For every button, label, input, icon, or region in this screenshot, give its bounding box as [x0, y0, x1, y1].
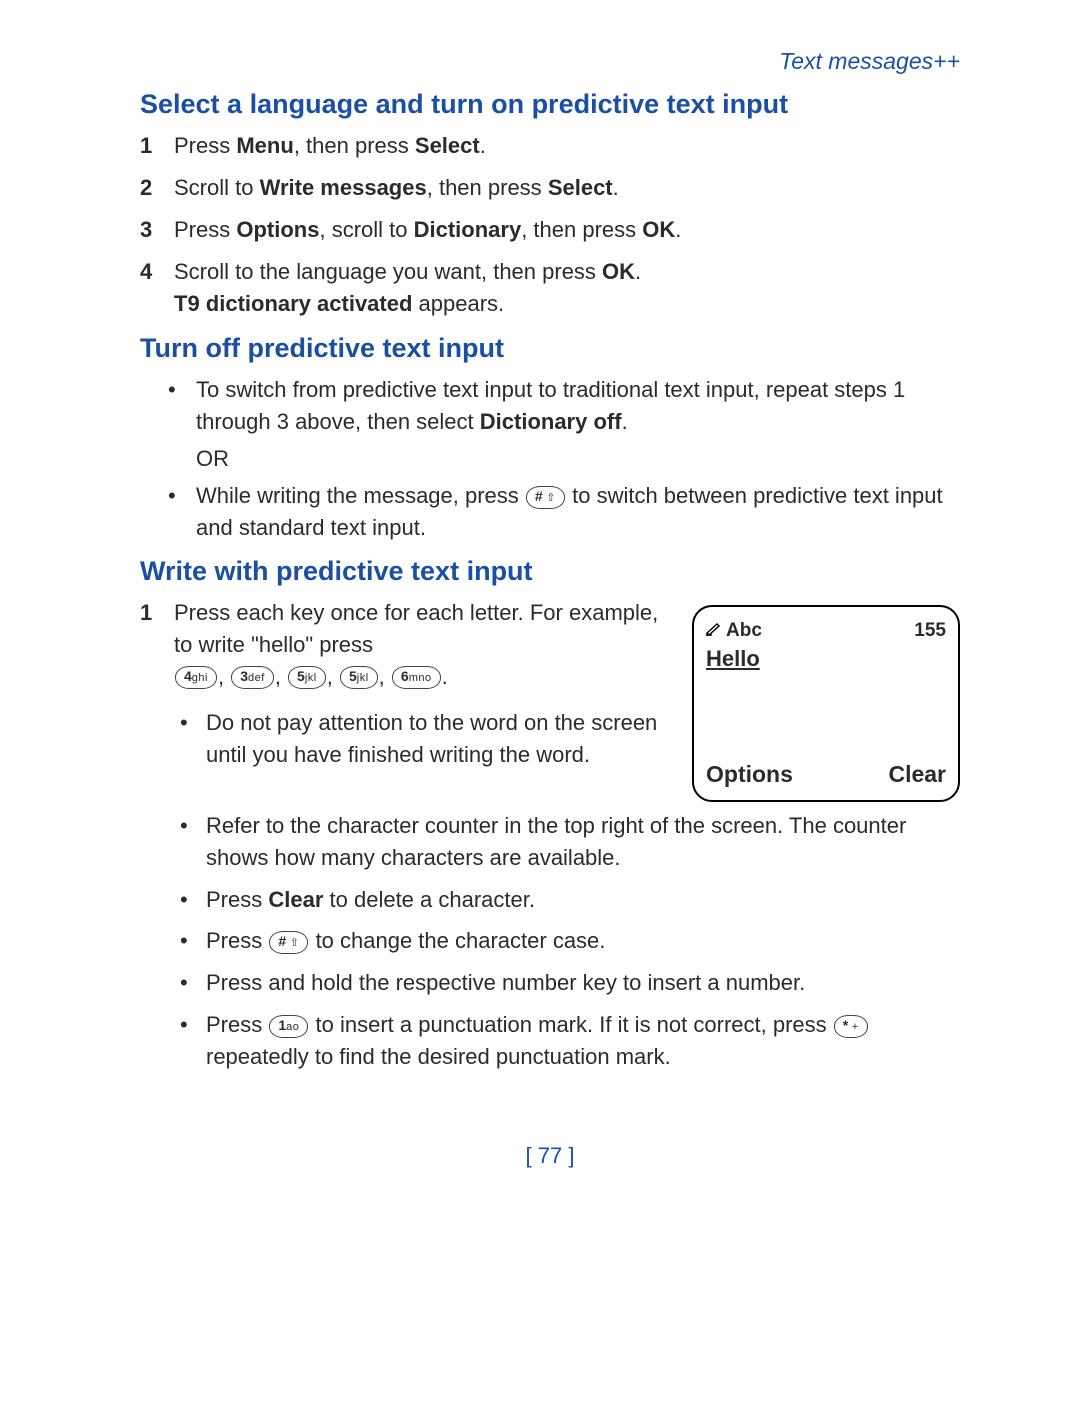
step-4: 4 Scroll to the language you want, then …	[140, 256, 960, 320]
key-4-icon: 4ghi	[175, 666, 217, 689]
hash-key-icon: # ⇧	[269, 931, 308, 954]
pencil-icon	[706, 617, 722, 645]
section-heading-3: Write with predictive text input	[140, 556, 960, 587]
key-6-icon: 6mno	[392, 666, 441, 689]
step-number: 1	[140, 597, 174, 1083]
input-mode-label: Abc	[726, 617, 762, 645]
key-5-icon: 5jkl	[288, 666, 326, 689]
nested-bullet: Press Clear to delete a character.	[174, 884, 960, 916]
softkey-left: Options	[706, 758, 793, 791]
phone-screen-illustration: Abc 155 Hello Options Clear	[692, 605, 960, 802]
nested-bullet: Press # ⇧ to change the character case.	[174, 925, 960, 957]
step-2: 2 Scroll to Write messages, then press S…	[140, 172, 960, 204]
section2-bullets: To switch from predictive text input to …	[140, 374, 960, 438]
char-counter: 155	[914, 617, 946, 645]
step-text: Scroll to the language you want, then pr…	[174, 256, 641, 320]
key-1-icon: 1ao	[269, 1015, 308, 1038]
nested-bullet: Press 1ao to insert a punctuation mark. …	[174, 1009, 960, 1073]
page-number: [ 77 ]	[140, 1143, 960, 1169]
softkey-right: Clear	[888, 758, 946, 791]
step-3: 3 Press Options, scroll to Dictionary, t…	[140, 214, 960, 246]
step-number: 1	[140, 130, 174, 162]
nested-bullet: Do not pay attention to the word on the …	[174, 707, 674, 771]
step-intro: Press each key once for each letter. For…	[174, 600, 658, 657]
section-heading-1: Select a language and turn on predictive…	[140, 89, 960, 120]
composed-word: Hello	[706, 643, 946, 675]
step-1: 1 Press Menu, then press Select.	[140, 130, 960, 162]
nested-bullet: Press and hold the respective number key…	[174, 967, 960, 999]
step-number: 3	[140, 214, 174, 246]
key-5-icon: 5jkl	[340, 666, 378, 689]
key-3-icon: 3def	[231, 666, 274, 689]
step-text: Press Options, scroll to Dictionary, the…	[174, 214, 681, 246]
manual-page: Text messages++ Select a language and tu…	[0, 0, 1080, 1229]
section-heading-2: Turn off predictive text input	[140, 333, 960, 364]
step-text: Press Menu, then press Select.	[174, 130, 486, 162]
step-body: Press each key once for each letter. For…	[174, 597, 960, 1083]
nested-bullet: Refer to the character counter in the to…	[174, 810, 960, 874]
star-key-icon: * +	[834, 1015, 868, 1038]
bullet-item: While writing the message, press # ⇧ to …	[140, 480, 960, 544]
step-1: 1 Press each key once for each letter. F…	[140, 597, 960, 1083]
section3-steps: 1 Press each key once for each letter. F…	[140, 597, 960, 1083]
step-number: 2	[140, 172, 174, 204]
step-number: 4	[140, 256, 174, 320]
hash-key-icon: # ⇧	[526, 486, 565, 509]
bullet-item: To switch from predictive text input to …	[140, 374, 960, 438]
header-breadcrumb: Text messages++	[140, 48, 960, 75]
section2-bullets-2: While writing the message, press # ⇧ to …	[140, 480, 960, 544]
step-text: Scroll to Write messages, then press Sel…	[174, 172, 619, 204]
or-separator: OR	[196, 446, 960, 472]
section1-steps: 1 Press Menu, then press Select. 2 Scrol…	[140, 130, 960, 319]
